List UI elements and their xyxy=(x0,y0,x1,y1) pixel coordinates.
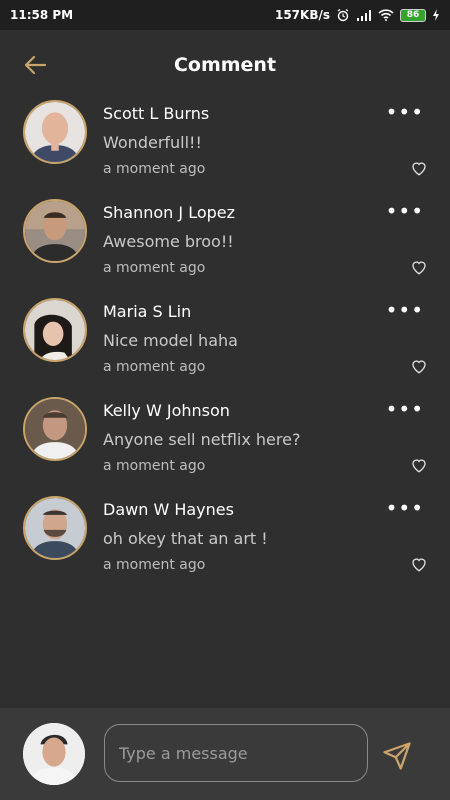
comment-text: oh okey that an art ! xyxy=(103,529,268,548)
message-composer xyxy=(0,708,450,800)
comment-item: Maria S Lin Nice model haha a moment ago… xyxy=(0,298,450,397)
comment-text: Anyone sell netflix here? xyxy=(103,430,301,449)
avatar[interactable] xyxy=(23,298,87,362)
network-speed: 157KB/s xyxy=(274,8,330,22)
page-title: Comment xyxy=(173,54,277,76)
avatar[interactable] xyxy=(23,199,87,263)
send-icon xyxy=(383,742,411,770)
comment-author[interactable]: Dawn W Haynes xyxy=(103,500,234,519)
comment-item: Dawn W Haynes oh okey that an art ! a mo… xyxy=(0,496,450,595)
heart-icon[interactable] xyxy=(410,555,428,573)
current-user-avatar[interactable] xyxy=(23,723,85,785)
signal-icon xyxy=(356,9,372,21)
more-dots-icon[interactable]: ••• xyxy=(386,300,424,320)
message-input[interactable] xyxy=(104,724,368,782)
comment-author[interactable]: Maria S Lin xyxy=(103,302,191,321)
comment-author[interactable]: Scott L Burns xyxy=(103,104,209,123)
comment-time: a moment ago xyxy=(103,557,206,573)
heart-icon[interactable] xyxy=(410,456,428,474)
comment-time: a moment ago xyxy=(103,260,206,276)
alarm-icon xyxy=(336,8,350,22)
back-button[interactable] xyxy=(20,52,50,78)
more-dots-icon[interactable]: ••• xyxy=(386,201,424,221)
status-time: 11:58 PM xyxy=(10,8,74,22)
comment-author[interactable]: Shannon J Lopez xyxy=(103,203,235,222)
charging-icon xyxy=(432,9,440,21)
more-dots-icon[interactable]: ••• xyxy=(386,498,424,518)
status-bar: 11:58 PM 157KB/s 86 xyxy=(0,0,450,30)
wifi-icon xyxy=(378,9,394,21)
heart-icon[interactable] xyxy=(410,357,428,375)
comment-item: Scott L Burns Wonderfull!! a moment ago … xyxy=(0,100,450,199)
avatar[interactable] xyxy=(23,397,87,461)
comment-time: a moment ago xyxy=(103,161,206,177)
comment-item: Shannon J Lopez Awesome broo!! a moment … xyxy=(0,199,450,298)
heart-icon[interactable] xyxy=(410,159,428,177)
arrow-left-icon xyxy=(24,55,47,75)
comment-text: Wonderfull!! xyxy=(103,133,202,152)
comment-text: Awesome broo!! xyxy=(103,232,234,251)
avatar[interactable] xyxy=(23,496,87,560)
avatar[interactable] xyxy=(23,100,87,164)
send-button[interactable] xyxy=(382,741,412,771)
status-indicators: 157KB/s 86 xyxy=(275,8,440,22)
more-dots-icon[interactable]: ••• xyxy=(386,102,424,122)
comment-author[interactable]: Kelly W Johnson xyxy=(103,401,230,420)
comment-item: Kelly W Johnson Anyone sell netflix here… xyxy=(0,397,450,496)
comment-time: a moment ago xyxy=(103,458,206,474)
more-dots-icon[interactable]: ••• xyxy=(386,399,424,419)
comment-text: Nice model haha xyxy=(103,331,238,350)
heart-icon[interactable] xyxy=(410,258,428,276)
comment-time: a moment ago xyxy=(103,359,206,375)
header: Comment xyxy=(0,30,450,100)
battery-icon: 86 xyxy=(400,8,426,22)
